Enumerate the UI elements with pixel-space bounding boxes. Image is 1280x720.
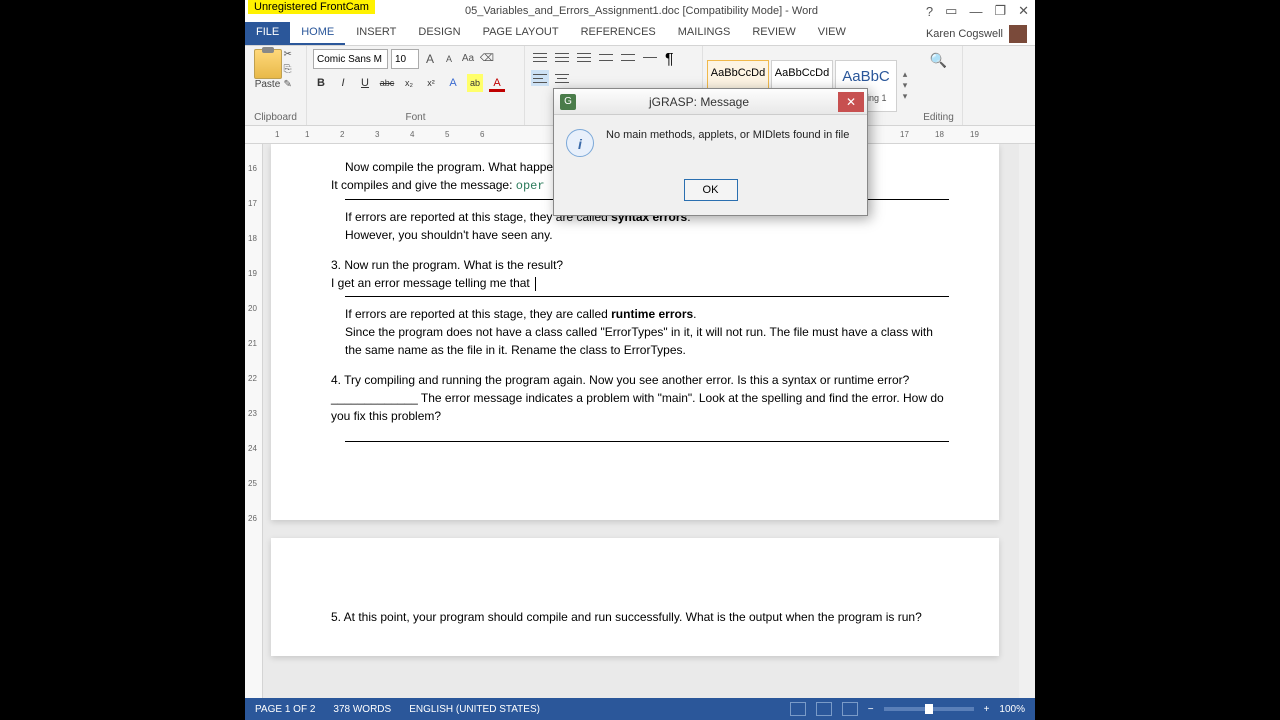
info-icon: i: [566, 129, 594, 157]
strike-button[interactable]: abc: [379, 74, 395, 92]
tab-review[interactable]: REVIEW: [741, 22, 806, 45]
doc-text: Since the program does not have a class …: [345, 323, 949, 359]
cut-icon[interactable]: ✂: [284, 49, 298, 61]
zoom-percent[interactable]: 100%: [999, 704, 1025, 715]
shrink-font-button[interactable]: A: [441, 50, 457, 68]
status-page[interactable]: PAGE 1 OF 2: [255, 704, 315, 715]
doc-blank-line: [345, 296, 949, 297]
zoom-in-button[interactable]: +: [984, 704, 990, 715]
frontcam-badge: Unregistered FrontCam: [248, 0, 375, 14]
format-painter-icon[interactable]: ✎: [284, 79, 298, 91]
grow-font-button[interactable]: A: [422, 50, 438, 68]
tab-mailings[interactable]: MAILINGS: [667, 22, 742, 45]
doc-text: 5. At this point, your program should co…: [331, 608, 949, 626]
font-size-input[interactable]: [391, 49, 419, 69]
text-effects-button[interactable]: A: [445, 74, 461, 92]
document-title: 05_Variables_and_Errors_Assignment1.doc …: [465, 5, 920, 17]
editing-label: Editing: [921, 110, 956, 123]
ribbon-tabs: FILE HOME INSERT DESIGN PAGE LAYOUT REFE…: [245, 22, 1035, 46]
zoom-out-button[interactable]: −: [868, 704, 874, 715]
font-color-button[interactable]: A: [489, 74, 505, 92]
print-layout-button[interactable]: [816, 702, 832, 716]
copy-icon[interactable]: ⎘: [284, 64, 298, 76]
tab-file[interactable]: FILE: [245, 22, 290, 45]
clear-formatting-button[interactable]: ⌫: [479, 50, 495, 68]
zoom-thumb[interactable]: [925, 704, 933, 714]
dialog-title: jGRASP: Message: [582, 95, 838, 109]
multilevel-button[interactable]: [575, 49, 593, 65]
jgrasp-icon: G: [560, 94, 576, 110]
bold-button[interactable]: B: [313, 74, 329, 92]
paste-icon: [254, 49, 282, 79]
underline-button[interactable]: U: [357, 74, 373, 92]
show-hide-button[interactable]: ¶: [663, 49, 681, 65]
find-icon[interactable]: 🔍: [921, 52, 956, 69]
help-button[interactable]: ?: [920, 0, 939, 22]
doc-text: I get an error message telling me that: [331, 274, 949, 292]
styles-down-icon[interactable]: ▾: [899, 80, 911, 91]
read-mode-button[interactable]: [790, 702, 806, 716]
dialog-titlebar[interactable]: G jGRASP: Message ✕: [554, 89, 867, 115]
dialog-close-button[interactable]: ✕: [838, 92, 864, 112]
change-case-button[interactable]: Aa: [460, 50, 476, 68]
doc-text: 3. Now run the program. What is the resu…: [331, 256, 949, 274]
increase-indent-button[interactable]: [619, 49, 637, 65]
status-words[interactable]: 378 WORDS: [333, 704, 391, 715]
tab-page-layout[interactable]: PAGE LAYOUT: [472, 22, 570, 45]
vertical-scrollbar[interactable]: [1019, 144, 1035, 698]
doc-blank-line: [345, 441, 949, 442]
font-name-input[interactable]: [313, 49, 388, 69]
text-cursor: [535, 277, 536, 291]
status-language[interactable]: ENGLISH (UNITED STATES): [409, 704, 540, 715]
ok-button[interactable]: OK: [684, 179, 738, 201]
tab-design[interactable]: DESIGN: [407, 22, 471, 45]
tab-insert[interactable]: INSERT: [345, 22, 407, 45]
tab-home[interactable]: HOME: [290, 22, 345, 45]
user-avatar: [1009, 25, 1027, 43]
vertical-ruler[interactable]: 16 17 18 19 20 21 22 23 24 25 26: [245, 144, 263, 698]
statusbar: PAGE 1 OF 2 378 WORDS ENGLISH (UNITED ST…: [245, 698, 1035, 720]
clipboard-group: Paste ✂ ⎘ ✎ Clipboard: [245, 46, 307, 125]
editing-group: 🔍 Editing: [915, 46, 963, 125]
decrease-indent-button[interactable]: [597, 49, 615, 65]
bullets-button[interactable]: [531, 49, 549, 65]
close-button[interactable]: ✕: [1012, 0, 1035, 22]
document-area: 16 17 18 19 20 21 22 23 24 25 26 Now com…: [245, 144, 1035, 698]
sort-button[interactable]: [641, 49, 659, 65]
subscript-button[interactable]: x₂: [401, 74, 417, 92]
font-group-label: Font: [313, 110, 518, 123]
numbering-button[interactable]: [553, 49, 571, 65]
minimize-button[interactable]: —: [963, 0, 988, 22]
highlight-button[interactable]: ab: [467, 74, 483, 92]
dialog-message: No main methods, applets, or MIDlets fou…: [606, 129, 855, 141]
superscript-button[interactable]: x²: [423, 74, 439, 92]
italic-button[interactable]: I: [335, 74, 351, 92]
zoom-slider[interactable]: [884, 707, 974, 711]
web-layout-button[interactable]: [842, 702, 858, 716]
doc-text: However, you shouldn't have seen any.: [345, 226, 949, 244]
styles-more-icon[interactable]: ▾: [899, 91, 911, 102]
font-group: A A Aa ⌫ B I U abc x₂ x² A ab A Font: [307, 46, 525, 125]
user-area[interactable]: Karen Cogswell: [918, 22, 1035, 45]
doc-text: 4. Try compiling and running the program…: [331, 371, 949, 425]
doc-text: If errors are reported at this stage, th…: [345, 305, 949, 323]
page-2[interactable]: 5. At this point, your program should co…: [271, 538, 999, 656]
clipboard-label: Clipboard: [254, 110, 297, 123]
paste-button[interactable]: Paste: [254, 79, 282, 90]
jgrasp-message-dialog: G jGRASP: Message ✕ i No main methods, a…: [553, 88, 868, 216]
align-left-button[interactable]: [531, 70, 549, 86]
restore-button[interactable]: ❐: [988, 0, 1012, 22]
align-center-button[interactable]: [553, 70, 571, 86]
styles-up-icon[interactable]: ▴: [899, 69, 911, 80]
tab-view[interactable]: VIEW: [807, 22, 857, 45]
tab-references[interactable]: REFERENCES: [570, 22, 667, 45]
document-scroll[interactable]: Now compile the program. What happe It c…: [263, 144, 1019, 698]
user-name: Karen Cogswell: [926, 28, 1003, 40]
ribbon-toggle-button[interactable]: ▭: [939, 0, 963, 22]
